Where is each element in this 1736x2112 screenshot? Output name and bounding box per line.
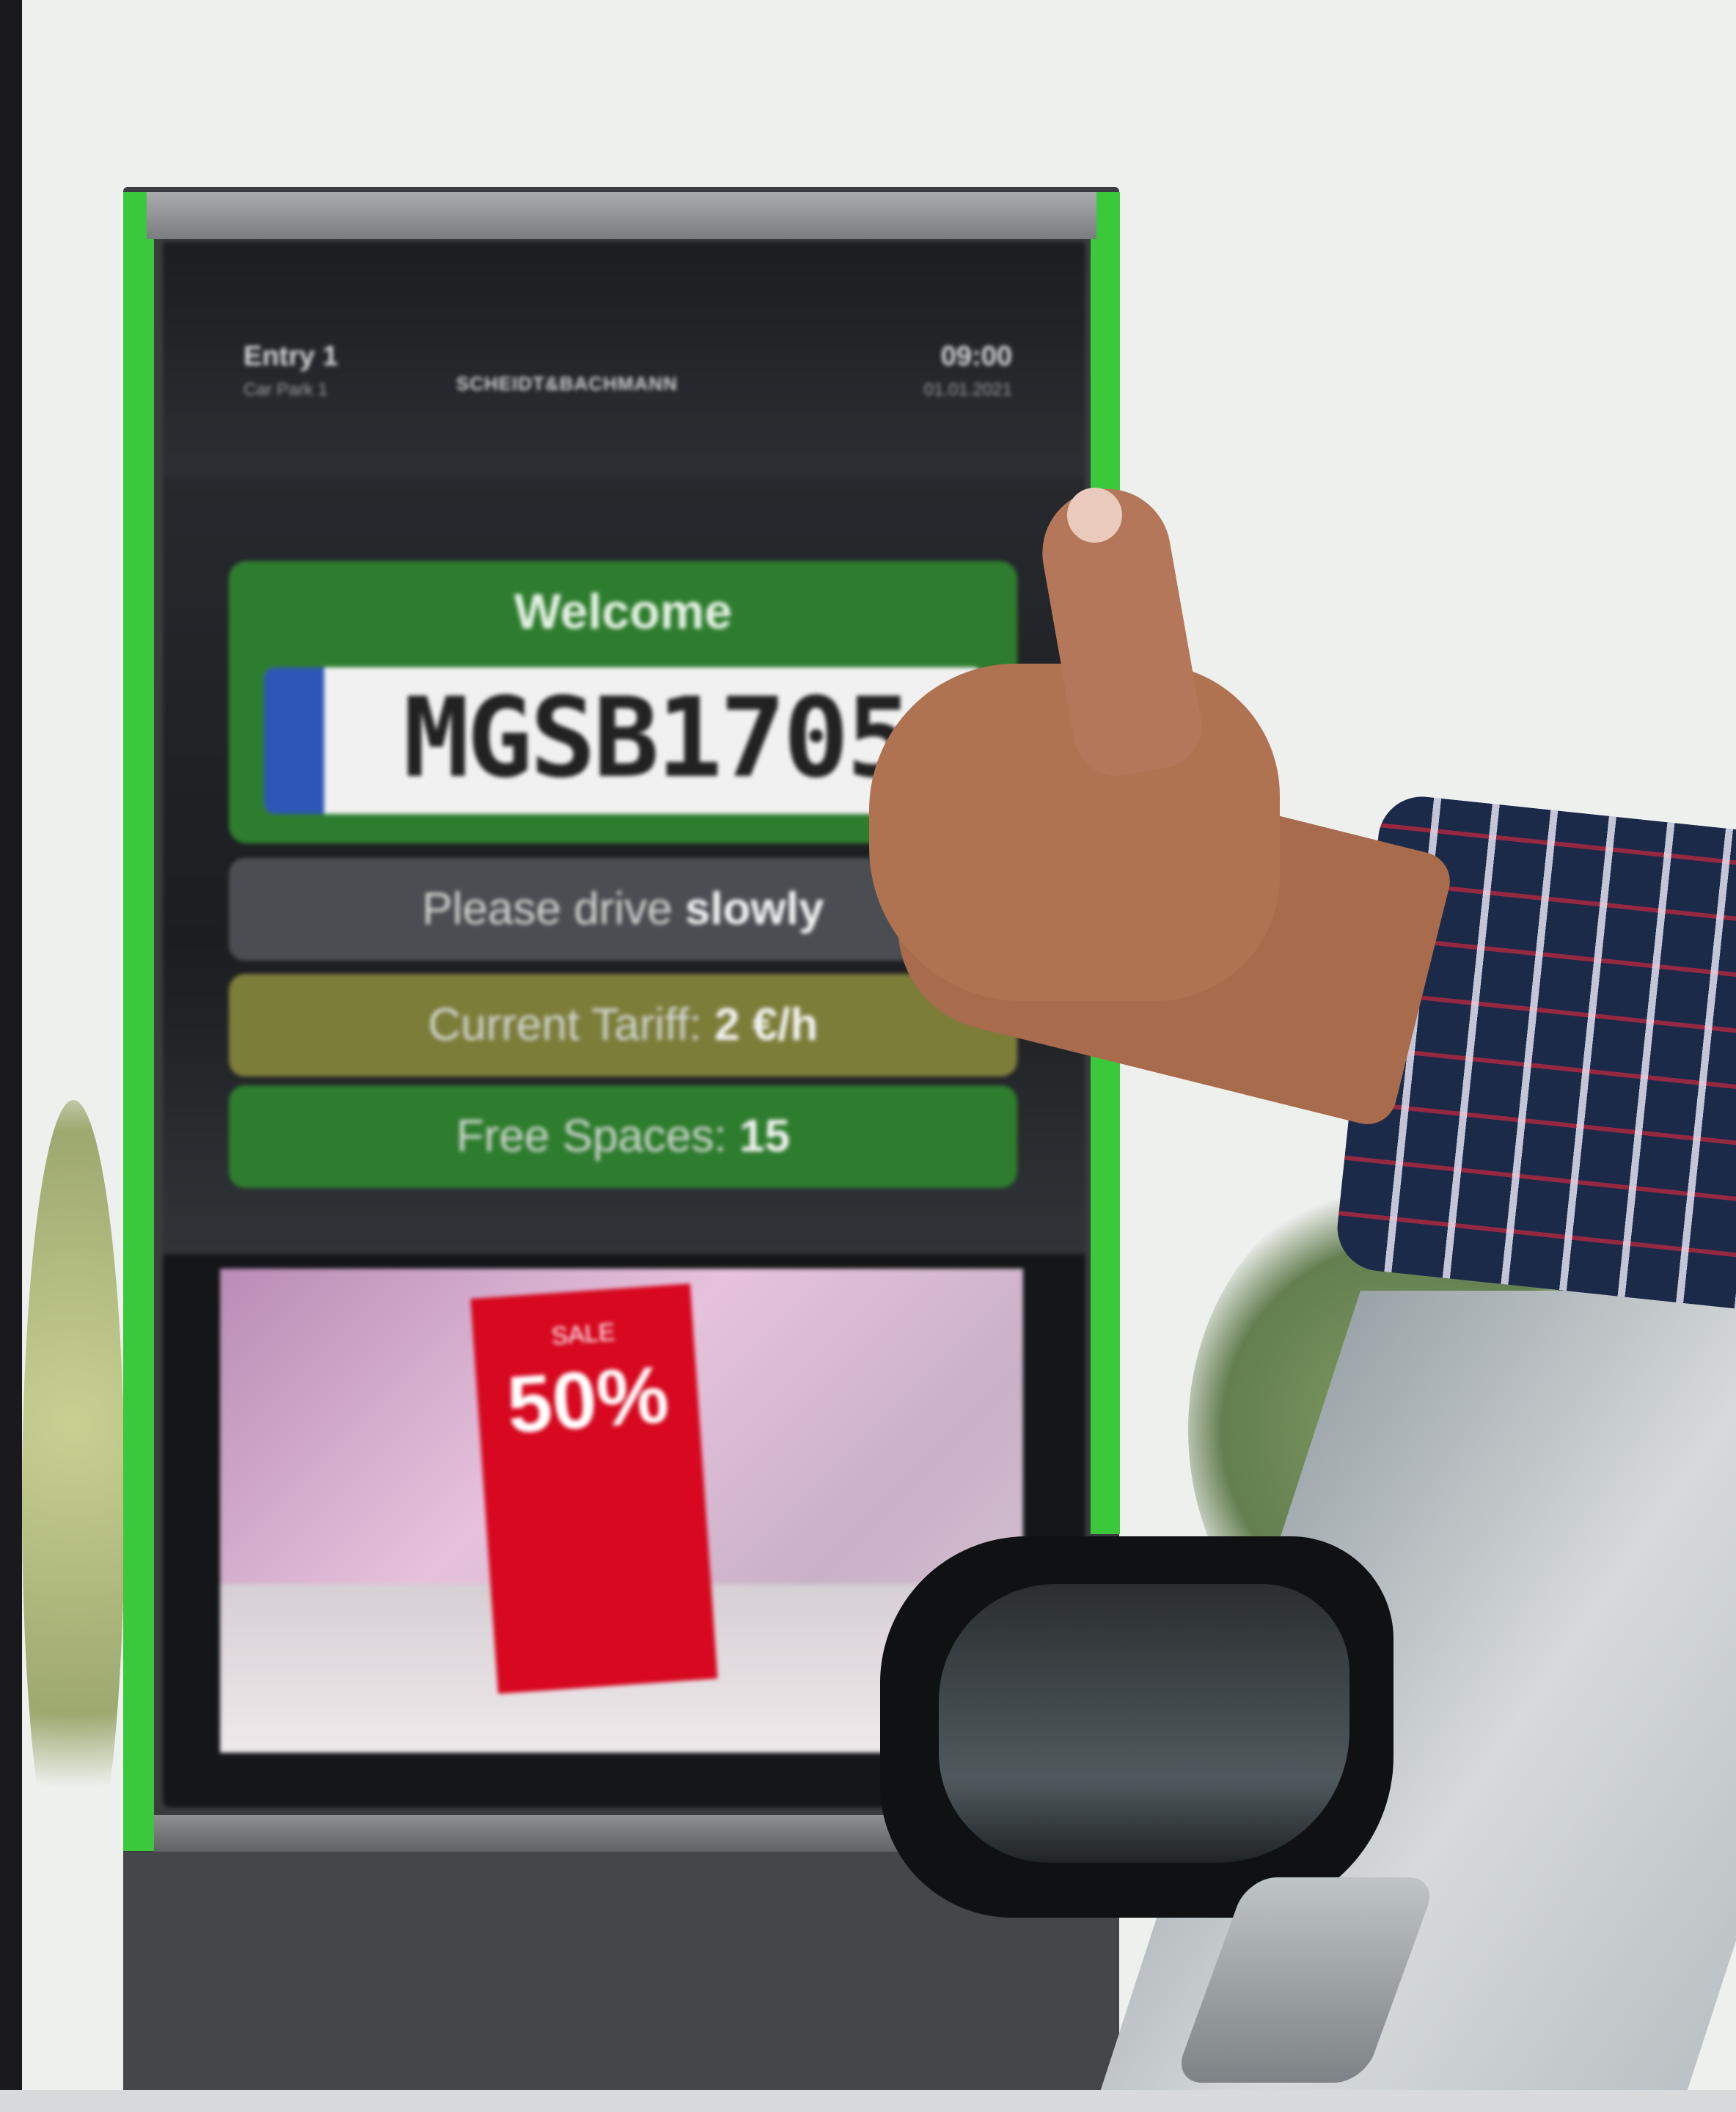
drive-slowly-bold: slowly (684, 884, 824, 934)
free-spaces-prefix: Free Spaces: (456, 1111, 739, 1162)
entry-info: Entry 1 Car Park 1 (243, 341, 338, 400)
tariff-banner: Current Tariff: 2 €/h (229, 974, 1017, 1077)
eu-band-icon (264, 667, 324, 814)
tariff-prefix: Current Tariff: (428, 1000, 715, 1050)
welcome-title: Welcome (513, 584, 733, 639)
free-spaces-value: 15 (739, 1111, 790, 1162)
time: 09:00 (940, 341, 1012, 372)
sale-value: 50% (504, 1349, 672, 1451)
bottom-border (0, 2090, 1736, 2112)
screen-header: Entry 1 Car Park 1 SCHEIDT&BACHMANN 09:0… (163, 242, 1085, 477)
date: 01.01.2021 (923, 380, 1012, 400)
kiosk-top-cap (147, 192, 1096, 239)
drive-slowly-prefix: Please drive (422, 884, 685, 934)
tariff-value: 2 €/h (714, 1000, 818, 1050)
mirror-glass (939, 1584, 1349, 1863)
clock: 09:00 01.01.2021 (924, 341, 1012, 400)
foliage-left (22, 1100, 125, 1907)
brand-logo: SCHEIDT&BACHMANN (456, 373, 678, 395)
photo-scene: Entry 1 Car Park 1 SCHEIDT&BACHMANN 09:0… (0, 0, 1736, 2112)
sale-sign: SALE 50% (470, 1283, 718, 1694)
free-spaces-banner: Free Spaces: 15 (229, 1085, 1017, 1188)
kiosk-green-trim-left (123, 192, 154, 1851)
entry-name: Entry 1 (243, 341, 338, 372)
left-border (0, 0, 22, 2112)
car-park-name: Car Park 1 (243, 380, 328, 400)
